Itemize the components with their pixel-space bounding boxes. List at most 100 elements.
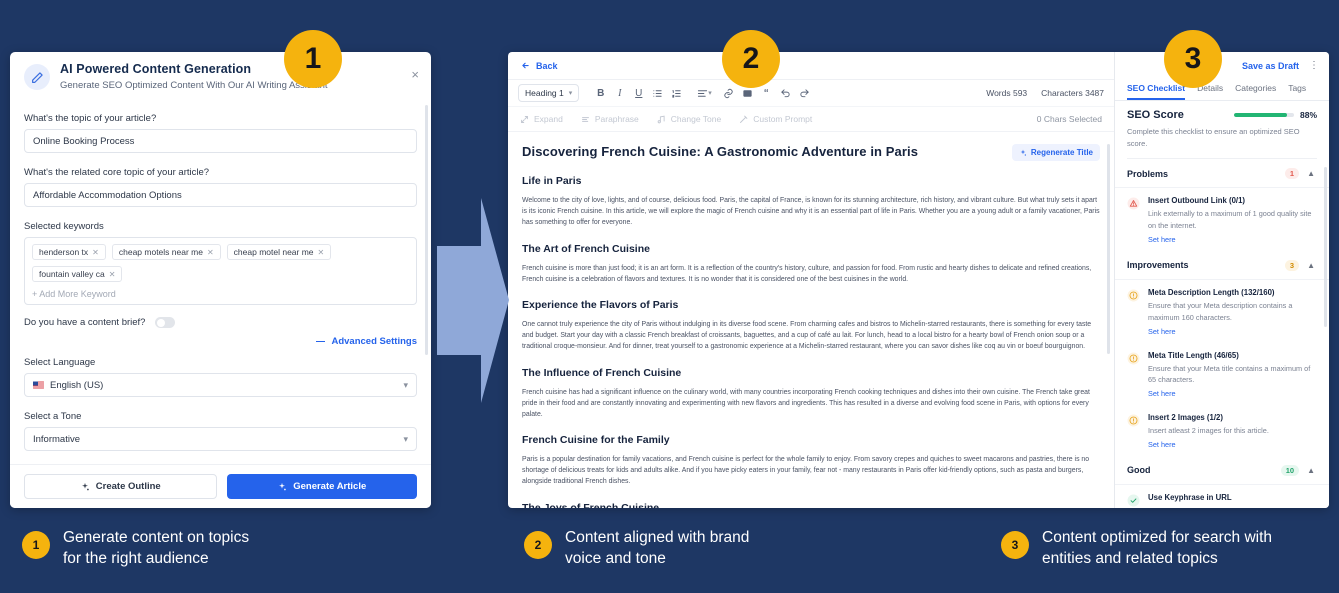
- checklist: Problems 1 ▲ Insert Outbound Link (0/1): [1115, 159, 1329, 508]
- tone-select[interactable]: Informative ▾: [24, 427, 417, 451]
- seo-score-title: SEO Score: [1127, 109, 1184, 121]
- expand-button[interactable]: Expand: [520, 114, 563, 124]
- paraphrase-label: Paraphrase: [595, 114, 639, 124]
- topic-input[interactable]: Online Booking Process: [24, 129, 417, 153]
- seo-score-block: SEO Score 88% Complete this checklist to…: [1115, 101, 1329, 149]
- item-description: Insert atleast 2 images for this article…: [1148, 425, 1315, 437]
- seo-score-row: SEO Score 88%: [1127, 109, 1317, 121]
- dialog-form: What's the topic of your article? Online…: [10, 99, 431, 464]
- undo-icon[interactable]: [776, 84, 795, 103]
- link-icon[interactable]: [719, 84, 738, 103]
- keyword-chip-label: cheap motels near me: [119, 247, 203, 257]
- checklist-group-header[interactable]: Good 10 ▲: [1115, 456, 1329, 485]
- set-here-link[interactable]: Set here: [1148, 440, 1315, 449]
- group-title: Good: [1127, 465, 1151, 475]
- checklist-item[interactable]: Use Keyphrase in URL: [1115, 485, 1329, 508]
- close-icon[interactable]: ✕: [109, 270, 116, 279]
- set-here-link[interactable]: Set here: [1148, 235, 1315, 244]
- keyword-chip[interactable]: henderson tx✕: [32, 244, 106, 260]
- document-body[interactable]: Discovering French Cuisine: A Gastronomi…: [508, 132, 1114, 508]
- checklist-item[interactable]: Meta Description Length (132/160) Ensure…: [1115, 280, 1329, 343]
- back-label: Back: [536, 61, 558, 71]
- content-brief-row: Do you have a content brief?: [24, 317, 417, 328]
- back-button[interactable]: Back: [521, 61, 558, 71]
- alert-circle-icon: [1127, 289, 1140, 302]
- tab-tags[interactable]: Tags: [1288, 79, 1306, 100]
- numbered-list-icon[interactable]: [667, 84, 686, 103]
- warning-icon: [1127, 197, 1140, 210]
- section-paragraph: French cuisine is more than just food; i…: [522, 263, 1100, 285]
- caption-line-1: Content optimized for search with: [1042, 528, 1272, 549]
- checklist-group-header[interactable]: Improvements 3 ▲: [1115, 251, 1329, 280]
- article-editor: Back Heading 1 ▾ B I U: [508, 52, 1115, 508]
- underline-icon[interactable]: U: [629, 84, 648, 103]
- caption-line-2: for the right audience: [63, 549, 249, 570]
- caption-number: 3: [1001, 531, 1029, 559]
- keyword-chip-label: cheap motel near me: [234, 247, 314, 257]
- heading-select[interactable]: Heading 1 ▾: [518, 84, 579, 102]
- section-heading: Experience the Flavors of Paris: [522, 299, 1100, 311]
- keyword-chip-label: fountain valley ca: [39, 269, 105, 279]
- caption-line-2: voice and tone: [565, 549, 749, 570]
- keyword-chip[interactable]: fountain valley ca ✕: [32, 266, 122, 282]
- change-tone-button[interactable]: Change Tone: [657, 114, 721, 124]
- seo-score-description: Complete this checklist to ensure an opt…: [1127, 126, 1317, 149]
- custom-prompt-label: Custom Prompt: [753, 114, 812, 124]
- group-count: 10: [1281, 465, 1299, 476]
- topic-label: What's the topic of your article?: [24, 113, 417, 124]
- close-icon[interactable]: ✕: [318, 248, 325, 257]
- editor-window: Back Heading 1 ▾ B I U: [508, 52, 1329, 508]
- document-title: Discovering French Cuisine: A Gastronomi…: [522, 144, 918, 159]
- content-brief-toggle[interactable]: [155, 317, 175, 328]
- custom-prompt-button[interactable]: Custom Prompt: [739, 114, 812, 124]
- set-here-link[interactable]: Set here: [1148, 327, 1315, 336]
- checklist-group-header[interactable]: Problems 1 ▲: [1115, 159, 1329, 188]
- checklist-item[interactable]: Insert Outbound Link (0/1) Link external…: [1115, 188, 1329, 251]
- section-paragraph: Welcome to the city of love, lights, and…: [522, 195, 1100, 229]
- language-label: Select Language: [24, 357, 417, 368]
- more-options-icon[interactable]: ⋮: [1309, 61, 1319, 71]
- close-icon[interactable]: ✕: [207, 248, 214, 257]
- chevron-up-icon[interactable]: ▲: [1307, 466, 1315, 475]
- chevron-down-icon[interactable]: ▾: [708, 89, 712, 97]
- dialog-footer: Create Outline Generate Article: [10, 464, 431, 508]
- section-heading: Life in Paris: [522, 175, 1100, 187]
- item-description: Link externally to a maximum of 1 good q…: [1148, 208, 1315, 232]
- chevron-up-icon[interactable]: ▲: [1307, 261, 1315, 270]
- bullet-list-icon[interactable]: [648, 84, 667, 103]
- generate-article-button[interactable]: Generate Article: [227, 474, 418, 499]
- item-title: Use Keyphrase in URL: [1148, 493, 1315, 502]
- add-keyword-input[interactable]: + Add More Keyword: [32, 289, 409, 299]
- save-as-draft-button[interactable]: Save as Draft: [1242, 61, 1299, 71]
- redo-icon[interactable]: [795, 84, 814, 103]
- pencil-icon: [24, 64, 50, 90]
- keywords-box[interactable]: henderson tx✕ cheap motels near me ✕ chea…: [24, 237, 417, 305]
- tab-categories[interactable]: Categories: [1235, 79, 1276, 100]
- italic-icon[interactable]: I: [610, 84, 629, 103]
- step-badge-3: 3: [1164, 30, 1222, 88]
- caption-line-1: Generate content on topics: [63, 528, 249, 549]
- tone-value: Informative: [33, 434, 80, 445]
- section-paragraph: French cuisine has had a significant inf…: [522, 387, 1100, 421]
- alert-circle-icon: [1127, 352, 1140, 365]
- regenerate-title-button[interactable]: Regenerate Title: [1012, 144, 1100, 161]
- advanced-settings-link[interactable]: Advanced Settings: [24, 336, 417, 347]
- caption-text: Content aligned with brand voice and ton…: [565, 528, 749, 570]
- keyword-chip[interactable]: cheap motel near me ✕: [227, 244, 332, 260]
- paraphrase-button[interactable]: Paraphrase: [581, 114, 639, 124]
- core-topic-input[interactable]: Affordable Accommodation Options: [24, 183, 417, 207]
- close-icon[interactable]: ×: [411, 68, 419, 81]
- close-icon[interactable]: ✕: [92, 248, 99, 257]
- create-outline-button[interactable]: Create Outline: [24, 474, 217, 499]
- checklist-item[interactable]: Insert 2 Images (1/2) Insert atleast 2 i…: [1115, 405, 1329, 456]
- chevron-up-icon[interactable]: ▲: [1307, 169, 1315, 178]
- bold-icon[interactable]: B: [591, 84, 610, 103]
- checklist-item[interactable]: Meta Title Length (46/65) Ensure that yo…: [1115, 343, 1329, 406]
- seo-score-percent: 88%: [1300, 110, 1317, 120]
- seo-sidebar: Save as Draft ⋮ SEO Checklist Details Ca…: [1115, 52, 1329, 508]
- keyword-chip[interactable]: cheap motels near me ✕: [112, 244, 221, 260]
- set-here-link[interactable]: Set here: [1148, 389, 1315, 398]
- language-select[interactable]: English (US) ▾: [24, 373, 417, 397]
- section-heading: The Influence of French Cuisine: [522, 367, 1100, 379]
- expand-label: Expand: [534, 114, 563, 124]
